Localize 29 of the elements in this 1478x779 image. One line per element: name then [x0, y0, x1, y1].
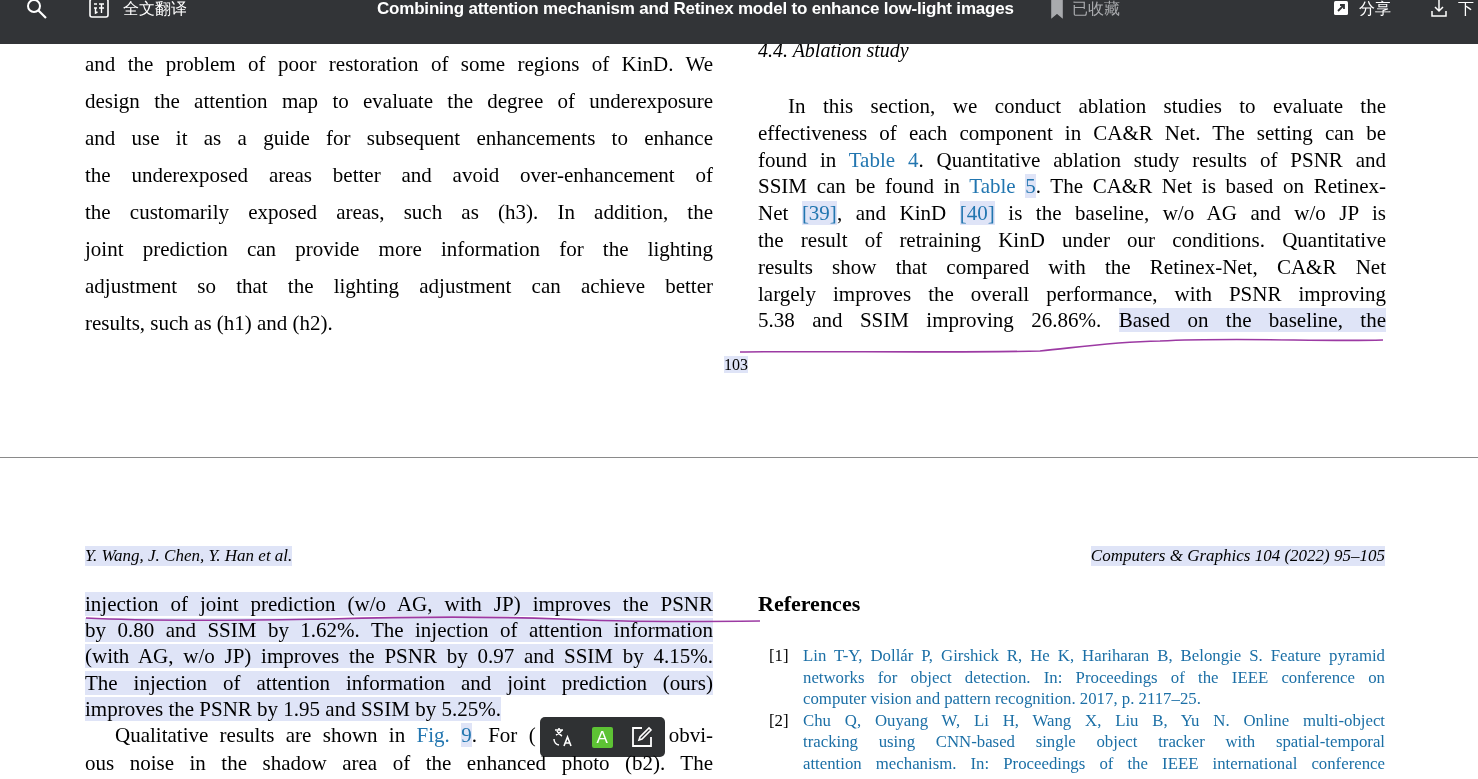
paragraph: and the problem of poor restoration of some regions of KinD. We design the attention map to evaluate the degree of underexposure and use it as a guide for subsequent enhancements to enhance the underexposed areas better and avoid over-enhancement of the customarily exposed areas, such as (h3). In addition, the joint prediction can provide more information for the lighting adjustment so that the lighting adjustment can achieve better results, such as (h1) and (h2).: [85, 51, 713, 337]
section-heading: References: [758, 591, 862, 617]
reference-link[interactable]: [40]: [959, 201, 995, 226]
search-icon[interactable]: [26, 0, 48, 19]
share-button[interactable]: 分享: [1359, 0, 1391, 19]
section-heading: 4.4. Ablation study: [758, 38, 910, 62]
reference-entry[interactable]: Lin T-Y, Dollár P, Girshick R, He K, Hariharan B, Belongie S. Feature pyramid networks for object detection. In: Proceedings of the IEEE conference on computer vision and pattern recognition. 2017, p. 2117–25.: [803, 645, 1385, 710]
bookmark-icon[interactable]: [1050, 0, 1064, 19]
edit-button[interactable]: [630, 726, 653, 749]
download-icon[interactable]: [1431, 0, 1447, 19]
translate-button[interactable]: 全文翻译: [123, 0, 187, 19]
translate-icon[interactable]: [89, 0, 109, 19]
paragraph: In this section, we conduct ablation studies to evaluate the effectiveness of each component in CA&R Net. The setting can be found in Table 4. Quantitative ablation study results of PSNR and SSIM can be found in Table 5. The CA&R Net is based on Retinex- Net [39], and KinD [40] is the baseline, w/o AG and w/o JP is the result of retraining KinD under our conditions. Quantitative results show that compared with the Retinex-Net, CA&R Net largely improves the overall performance, with PSNR improving 5.38 and SSIM improving 26.86%. Based on the baseline, the: [758, 93, 1386, 335]
paragraph: Qualitative results are shown in Fig. 9. For ( A obvi- ous noise in the shadow area of the enhanced photo (b2). The: [85, 722, 713, 777]
running-header: Y. Wang, J. Chen, Y. Han et al.: [85, 546, 293, 566]
reference-number: [1]: [768, 645, 790, 667]
journal-citation: Computers & Graphics 104 (2022) 95–105: [1090, 546, 1385, 566]
reference-number: [2]: [768, 709, 790, 732]
reference-entry[interactable]: Chu Q, Ouyang W, Li H, Wang X, Liu B, Yu N. Online multi-object tracking using CNN-based single object tracker with spatial-temporal attention mechanism. In: Proceedings of the IEEE international conference: [803, 709, 1385, 774]
reference-link[interactable]: [39]: [801, 201, 837, 226]
page-number: 103: [724, 356, 748, 373]
reference-link[interactable]: Fig. 9: [416, 723, 472, 747]
paragraph: injection of joint prediction (w/o AG, with JP) improves the PSNR by 0.80 and SSIM by 1.62%. The injection of attention information (with AG, w/o JP) improves the PSNR by 0.97 and SSIM by 4.15%. The injection of attention information and joint prediction (ours) improves the PSNR by 1.95 and SSIM by 5.25%.: [85, 591, 713, 722]
bookmark-button[interactable]: 已收藏: [1072, 0, 1120, 19]
download-button[interactable]: 下: [1458, 0, 1474, 19]
reference-link[interactable]: Table 4: [848, 147, 919, 172]
document-title: Combining attention mechanism and Retinex model to enhance low-light images: [377, 0, 1014, 19]
translate-button[interactable]: [551, 726, 574, 749]
reference-link[interactable]: Table 5: [969, 174, 1036, 199]
